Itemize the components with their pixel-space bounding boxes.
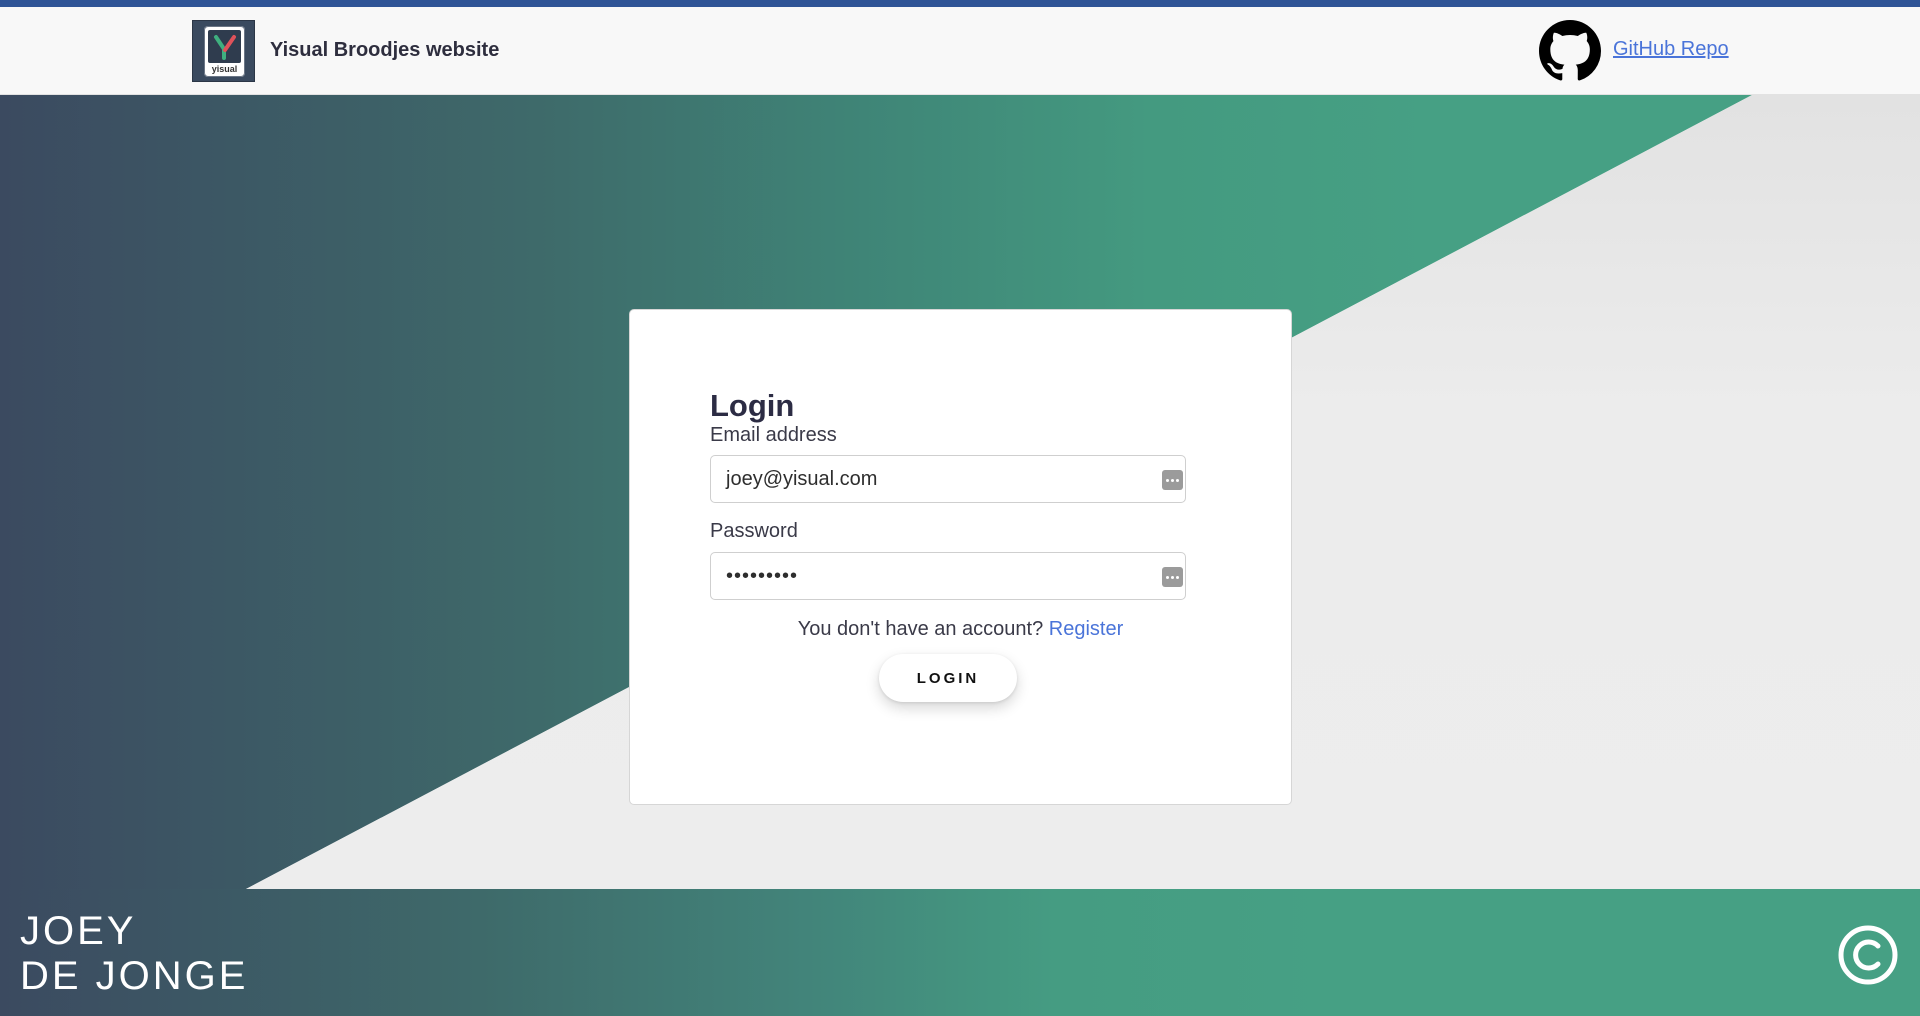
logo-card: yisual: [204, 26, 245, 77]
github-icon[interactable]: [1539, 20, 1601, 82]
password-label: Password: [710, 520, 798, 542]
brand-logo[interactable]: yisual: [192, 20, 255, 82]
email-value: joey@yisual.com: [726, 467, 878, 490]
footer-name-line2: DE JONGE: [20, 954, 249, 998]
top-accent-stripe: [0, 0, 1920, 7]
logo-mark: [208, 30, 241, 63]
password-manager-icon[interactable]: [1162, 470, 1183, 490]
register-link[interactable]: Register: [1049, 618, 1123, 640]
footer-name-line1: JOEY: [20, 909, 137, 953]
copyright-icon: [1838, 925, 1898, 985]
y-logo-icon: [213, 34, 236, 60]
github-repo-link[interactable]: GitHub Repo: [1613, 38, 1729, 61]
hero-section: Login Email address joey@yisual.com Pass…: [0, 95, 1920, 889]
email-label: Email address: [710, 424, 837, 446]
password-manager-icon[interactable]: [1162, 567, 1183, 587]
logo-text: yisual: [211, 64, 238, 74]
email-field[interactable]: joey@yisual.com: [710, 455, 1186, 503]
brand-title[interactable]: Yisual Broodjes website: [270, 39, 499, 62]
register-prompt: You don't have an account? Register: [630, 618, 1291, 641]
navbar: yisual Yisual Broodjes website GitHub Re…: [0, 7, 1920, 95]
register-prompt-text: You don't have an account?: [797, 618, 1044, 640]
login-title: Login: [710, 388, 795, 423]
login-card: Login Email address joey@yisual.com Pass…: [629, 309, 1292, 805]
password-field[interactable]: •••••••••: [710, 552, 1186, 600]
password-value: •••••••••: [726, 564, 799, 587]
login-button[interactable]: LOGIN: [879, 654, 1017, 702]
footer: JOEY DE JONGE: [0, 889, 1920, 1016]
footer-author: JOEY DE JONGE: [20, 909, 248, 999]
